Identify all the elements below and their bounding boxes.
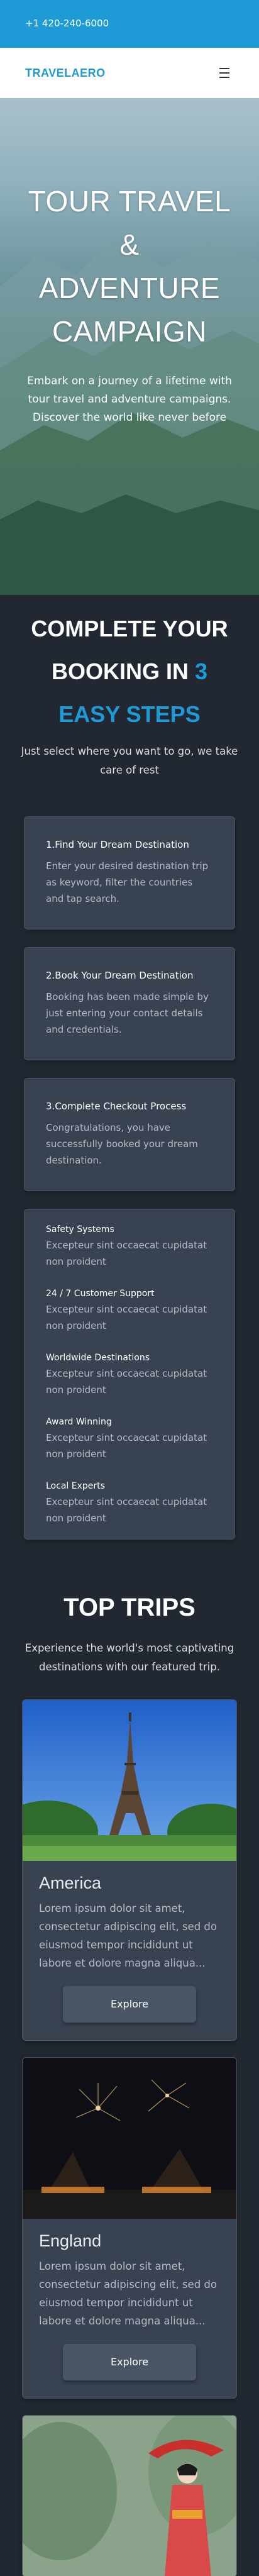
- step-card-text: Congratulations, you have successfully b…: [46, 1122, 198, 1166]
- step-card-text: Enter your desired destination trip as k…: [46, 860, 209, 904]
- hero-title-line: ADVENTURE: [38, 272, 221, 304]
- step-card: 2.Book Your Dream Destination Booking ha…: [24, 947, 235, 1060]
- trip-description: Lorem ipsum dolor sit amet, consectetur …: [39, 2260, 217, 2327]
- feature-item: Local Experts Excepteur sint occaecat cu…: [46, 1479, 213, 1526]
- hero-title-line: &: [119, 228, 140, 261]
- step-card: 1.Find Your Dream Destination Enter your…: [24, 816, 235, 930]
- hero-title: TOUR TRAVEL & ADVENTURE CAMPAIGN: [0, 180, 259, 353]
- features-card: Safety Systems Excepteur sint occaecat c…: [24, 1209, 235, 1540]
- feature-item: Safety Systems Excepteur sint occaecat c…: [46, 1222, 213, 1270]
- hero-title-line: TOUR TRAVEL: [28, 185, 231, 218]
- trip-image-paris: [23, 1700, 236, 1861]
- feature-title: Worldwide Destinations: [46, 1353, 150, 1363]
- top-contact-bar: +1 420-240-6000: [0, 0, 259, 48]
- feature-text: Excepteur sint occaecat cupidatat non pr…: [46, 1304, 207, 1331]
- step-card-title: 1.Find Your Dream Destination: [46, 839, 189, 850]
- feature-title: Safety Systems: [46, 1224, 114, 1235]
- trip-image-japan: [23, 2416, 236, 2576]
- steps-title: COMPLETE YOUR BOOKING IN 3 EASY STEPS: [23, 608, 236, 736]
- trips-subtitle: Experience the world's most captivating …: [25, 1642, 234, 1673]
- top-trips-section: TOP TRIPS Experience the world's most ca…: [0, 1540, 259, 2576]
- feature-item: Award Winning Excepteur sint occaecat cu…: [46, 1414, 213, 1462]
- feature-item: 24 / 7 Customer Support Excepteur sint o…: [46, 1286, 213, 1334]
- hero-description: Embark on a journey of a lifetime with t…: [27, 375, 232, 424]
- site-logo[interactable]: TRAVELAERO: [25, 67, 106, 80]
- booking-steps-section: COMPLETE YOUR BOOKING IN 3 EASY STEPS Ju…: [0, 595, 259, 1540]
- feature-title: Local Experts: [46, 1481, 105, 1491]
- step-card-title: 3.Complete Checkout Process: [46, 1101, 187, 1112]
- trip-name: America: [39, 1874, 102, 1892]
- explore-button[interactable]: Explore: [63, 2344, 196, 2380]
- feature-title: 24 / 7 Customer Support: [46, 1289, 155, 1299]
- phone-number[interactable]: +1 420-240-6000: [25, 18, 109, 29]
- feature-text: Excepteur sint occaecat cupidatat non pr…: [46, 1496, 207, 1524]
- trip-card: America Lorem ipsum dolor sit amet, cons…: [22, 1699, 237, 2041]
- navbar: TRAVELAERO: [0, 48, 259, 98]
- step-card-text: Booking has been made simple by just ent…: [46, 991, 209, 1035]
- trip-image-fireworks: [23, 2058, 236, 2219]
- trip-description: Lorem ipsum dolor sit amet, consectetur …: [39, 1902, 217, 1969]
- trip-card: [22, 2415, 237, 2576]
- hero-title-line: CAMPAIGN: [52, 315, 207, 348]
- trip-card: England Lorem ipsum dolor sit amet, cons…: [22, 2057, 237, 2399]
- explore-button[interactable]: Explore: [63, 1986, 196, 2023]
- step-card: 3.Complete Checkout Process Congratulati…: [24, 1078, 235, 1191]
- feature-title: Award Winning: [46, 1417, 112, 1427]
- feature-text: Excepteur sint occaecat cupidatat non pr…: [46, 1240, 207, 1267]
- feature-item: Worldwide Destinations Excepteur sint oc…: [46, 1350, 213, 1398]
- feature-text: Excepteur sint occaecat cupidatat non pr…: [46, 1432, 207, 1460]
- feature-text: Excepteur sint occaecat cupidatat non pr…: [46, 1368, 207, 1396]
- trips-title: TOP TRIPS: [63, 1594, 196, 1621]
- steps-subtitle: Just select where you want to go, we tak…: [21, 745, 238, 776]
- trip-name: England: [39, 2231, 102, 2250]
- hamburger-menu-icon[interactable]: [215, 66, 234, 80]
- hero-section: TOUR TRAVEL & ADVENTURE CAMPAIGN Embark …: [0, 98, 259, 595]
- step-card-title: 2.Book Your Dream Destination: [46, 970, 194, 981]
